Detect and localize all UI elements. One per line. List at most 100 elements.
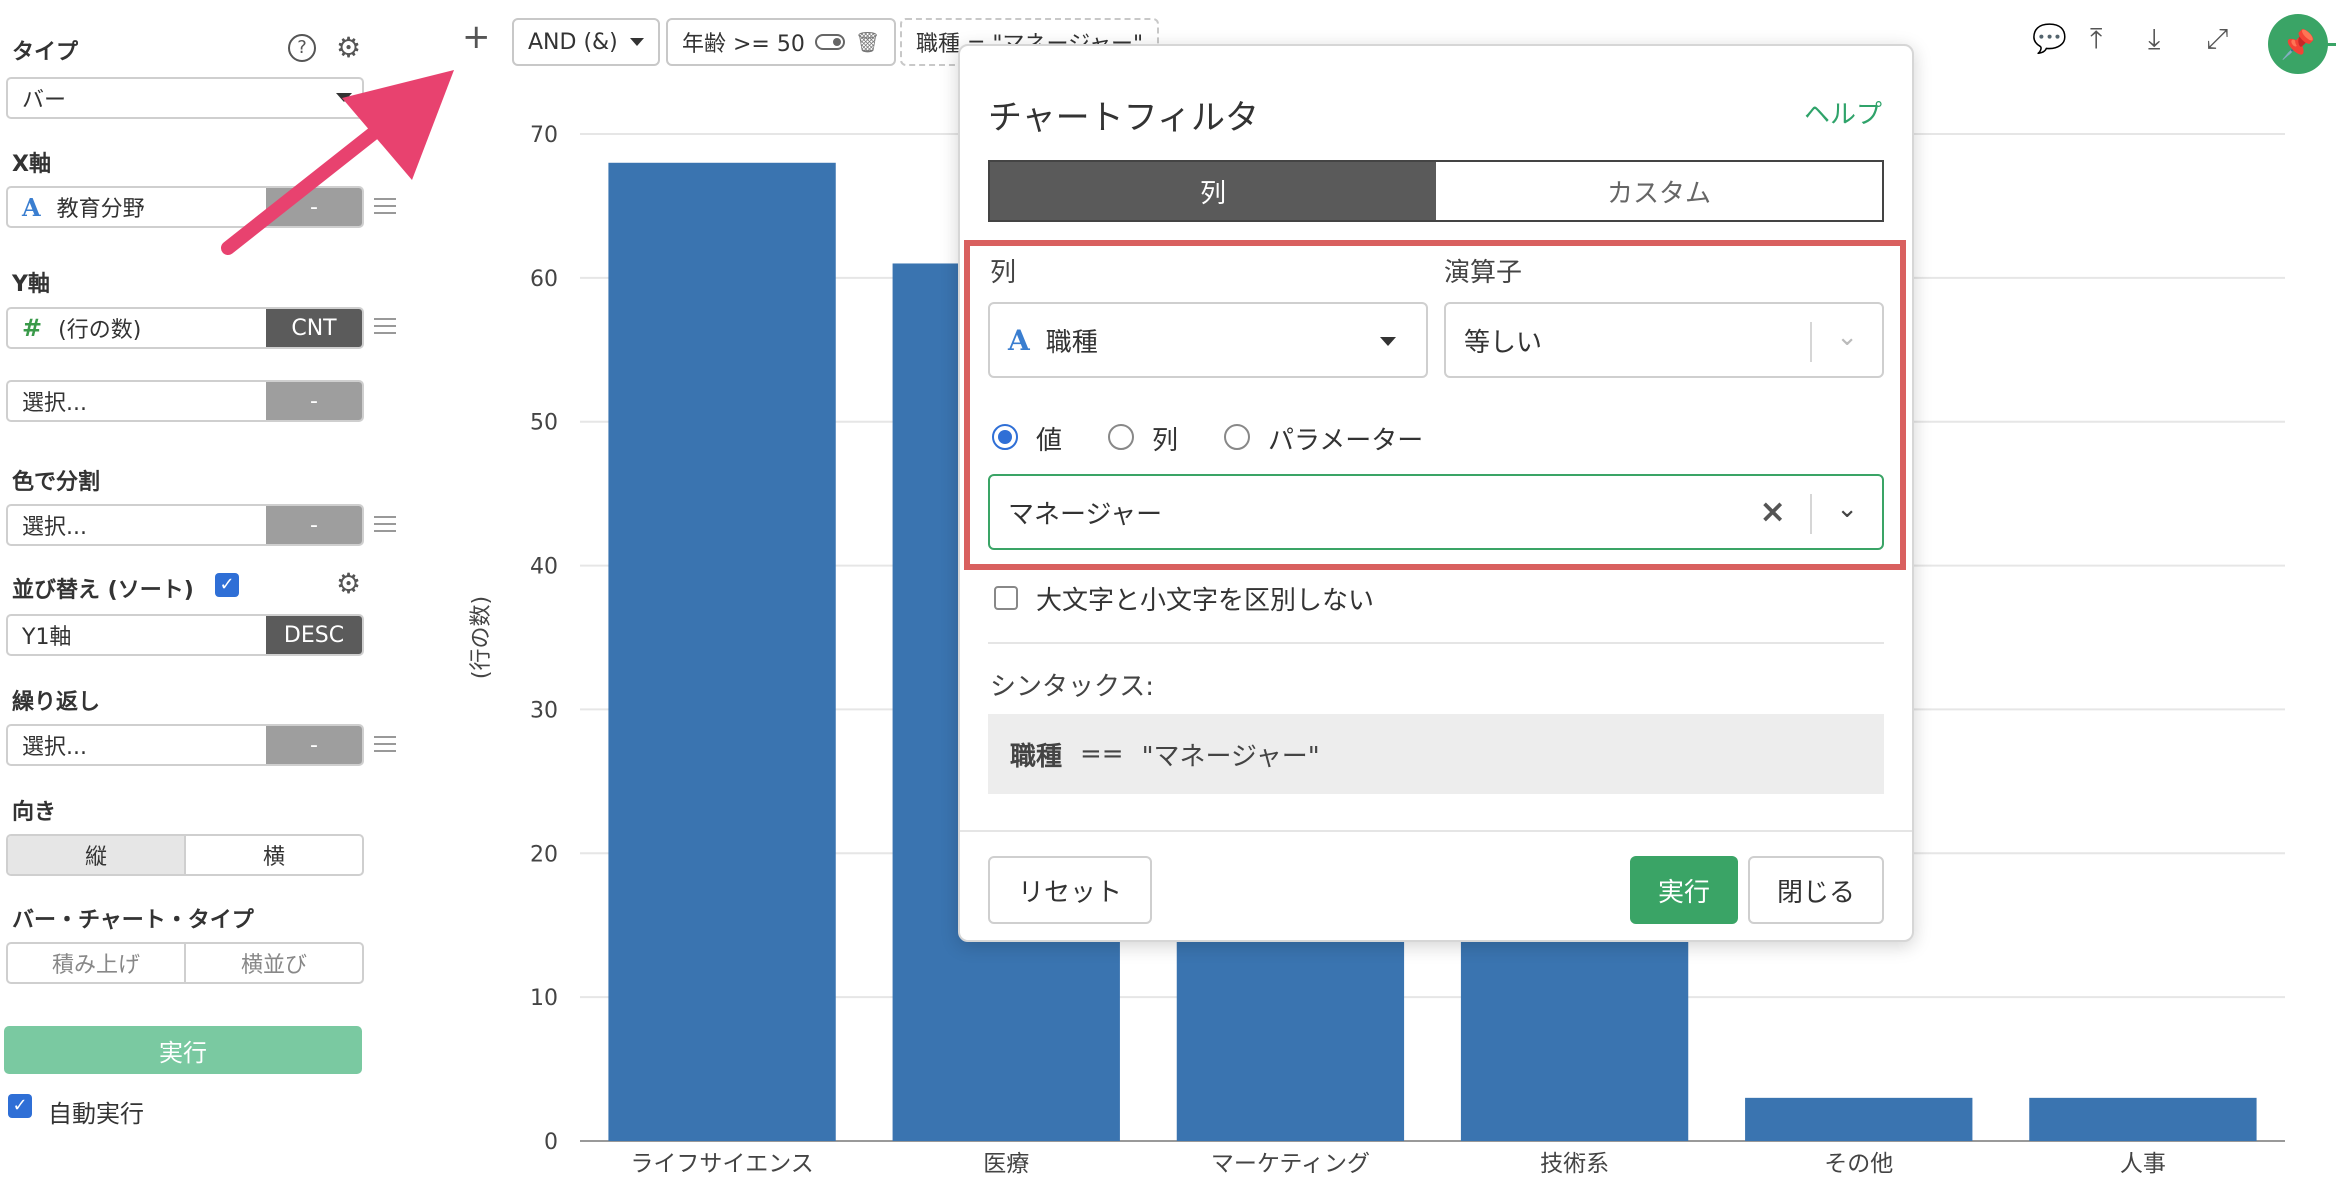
column-select[interactable]: A 職種 [988,302,1428,378]
toggle-icon[interactable] [814,34,845,50]
x-tick-label: 医療 [983,1151,1029,1177]
chevron-down-icon [1380,337,1396,346]
filter-chip-age-label: 年齢 >= 50 [682,32,805,57]
y-tick-label: 70 [530,123,558,148]
y-tick-label: 0 [544,1130,558,1155]
y-axis-field[interactable]: # (行の数) CNT [6,307,364,349]
y-tick-label: 10 [530,986,558,1011]
pin-connector [2326,43,2336,46]
x-tick-label: マーケティング [1211,1151,1370,1177]
y2-axis-aggregation[interactable]: - [266,382,362,420]
sort-field-value: Y1軸 [22,625,72,650]
value-select[interactable]: マネージャー × ⌄ [988,474,1884,550]
sort-checkbox[interactable]: ✓ [215,573,239,597]
drag-handle-icon[interactable] [374,736,396,757]
upload-icon[interactable]: ⤒ [2090,24,2102,54]
syntax-value: "マネージャー" [1141,741,1320,772]
column-label: 列 [990,258,1017,288]
chart-type-value: バー [22,88,67,113]
trash-icon[interactable]: 🗑 [855,30,880,54]
radio-value[interactable] [992,424,1018,450]
tab-custom[interactable]: カスタム [1436,162,1882,220]
type-label: タイプ [12,40,79,65]
close-button[interactable]: 閉じる [1748,856,1884,924]
sort-order[interactable]: DESC [266,616,362,654]
orientation-horizontal[interactable]: 横 [184,836,362,874]
case-insensitive-label: 大文字と小文字を区別しない [1036,586,1375,616]
clear-icon[interactable]: × [1759,492,1786,530]
x-axis-field-value: 教育分野 [56,197,145,222]
logic-operator-dropdown[interactable]: AND (&) [512,18,660,66]
value-select-value: マネージャー [1008,499,1163,530]
help-link[interactable]: ヘルプ [1804,94,1882,131]
y-tick-label: 50 [530,411,558,436]
x-axis-label: X軸 [12,152,51,177]
number-type-icon: # [22,314,43,342]
expand-icon[interactable]: ⤢ [2206,24,2228,54]
color-split-aggregation[interactable]: - [266,506,362,544]
chevron-down-icon: ⌄ [1836,322,1858,352]
y-tick-label: 20 [530,842,558,867]
chevron-down-icon[interactable]: ⌄ [1836,494,1858,524]
radio-parameter[interactable] [1224,424,1250,450]
column-select-value: 職種 [1045,327,1098,358]
y-axis-aggregation[interactable]: CNT [266,309,362,347]
color-split-label: 色で分割 [12,470,101,495]
sidebar-run-button[interactable]: 実行 [4,1026,362,1074]
filter-chip-age[interactable]: 年齢 >= 50 🗑 [666,18,897,66]
sort-field[interactable]: Y1軸 DESC [6,614,364,656]
y-tick-label: 60 [530,267,558,292]
chevron-down-icon [629,38,644,46]
auto-run-label: 自動実行 [48,1100,144,1128]
y-tick-label: 40 [530,555,558,580]
y2-axis-placeholder: 選択... [22,391,87,416]
case-insensitive-checkbox[interactable] [994,586,1018,610]
y-axis-label: (行の数) [469,596,494,679]
repeat-field[interactable]: 選択... - [6,724,364,766]
filter-mode-tabs: 列 カスタム [988,160,1884,222]
color-split-field[interactable]: 選択... - [6,504,364,546]
syntax-operator: == [1080,739,1124,769]
radio-column-label: 列 [1152,426,1179,456]
x-tick-label: 人事 [2120,1151,2166,1177]
footer-divider [960,830,1912,832]
comment-icon[interactable]: 💬 [2032,24,2067,54]
drag-handle-icon[interactable] [374,516,396,537]
pin-button[interactable]: 📌 [2268,14,2328,74]
y-tick-label: 30 [530,698,558,723]
annotation-arrow [221,70,454,255]
bar-type-side-by-side[interactable]: 横並び [184,944,362,982]
bar [2029,1097,2257,1141]
divider [988,642,1884,644]
download-icon[interactable]: ⤓ [2148,24,2160,54]
orientation-vertical[interactable]: 縦 [8,836,184,874]
bar-type-stacked[interactable]: 積み上げ [8,944,184,982]
drag-handle-icon[interactable] [374,318,396,339]
select-separator [1810,322,1812,362]
logic-operator-value: AND (&) [528,29,618,55]
x-tick-label: その他 [1824,1151,1893,1177]
bar [1745,1097,1973,1141]
gear-icon[interactable]: ⚙ [336,570,361,598]
y-axis-field-value: (行の数) [58,318,142,343]
syntax-label: シンタックス: [990,672,1154,702]
y2-axis-field[interactable]: 選択... - [6,380,364,422]
orientation-label: 向き [12,800,57,825]
chart-filter-dialog: チャートフィルタ ヘルプ 列 カスタム 列 演算子 A 職種 等しい ⌄ 値 列… [958,44,1914,942]
radio-column[interactable] [1108,424,1134,450]
syntax-preview: 職種 == "マネージャー" [988,714,1884,794]
x-tick-label: ライフサイエンス [630,1151,813,1177]
sort-label: 並び替え (ソート) [12,578,194,603]
reset-button[interactable]: リセット [988,856,1152,924]
operator-select-value: 等しい [1464,327,1543,358]
repeat-aggregation[interactable]: - [266,726,362,764]
orientation-toggle: 縦 横 [6,834,364,876]
select-separator [1810,494,1812,534]
operator-select[interactable]: 等しい ⌄ [1444,302,1884,378]
repeat-placeholder: 選択... [22,735,87,760]
auto-run-checkbox[interactable]: ✓ [8,1094,32,1118]
syntax-column: 職種 [1010,741,1063,772]
tab-column[interactable]: 列 [990,162,1436,220]
run-button[interactable]: 実行 [1630,856,1738,924]
operator-label: 演算子 [1444,258,1523,288]
